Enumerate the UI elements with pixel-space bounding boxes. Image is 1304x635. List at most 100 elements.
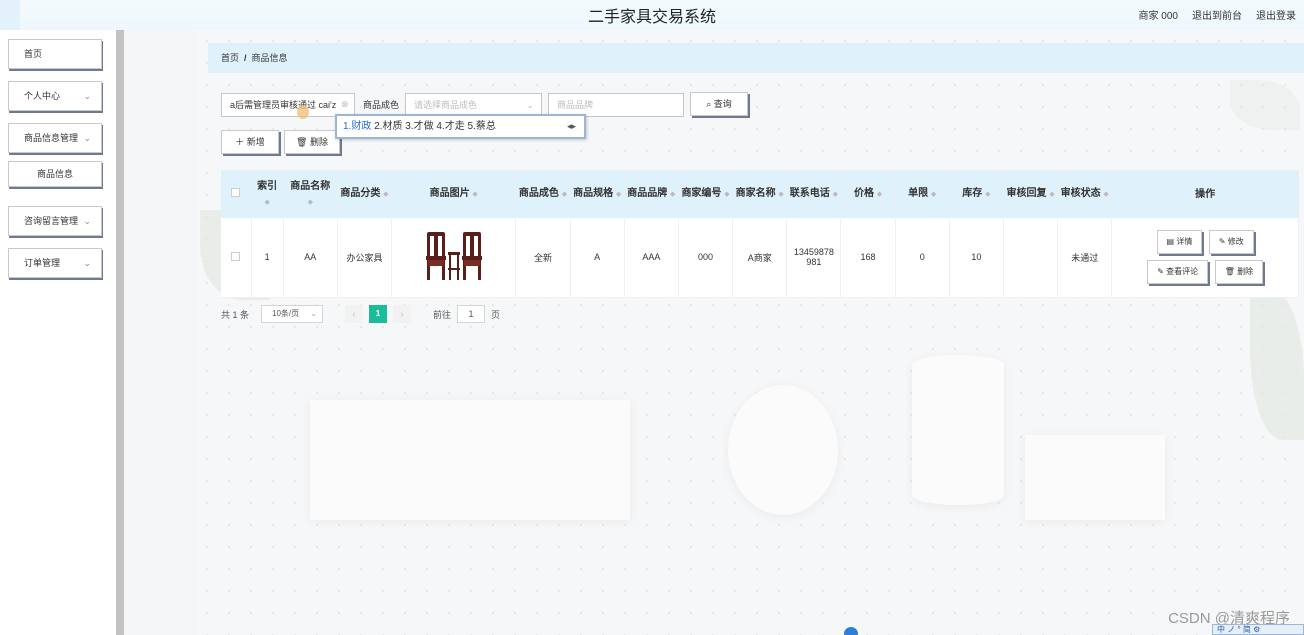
- delete-selected-button[interactable]: 🗑 删除: [284, 130, 340, 154]
- sidebar-item-label: 咨询留言管理: [24, 216, 79, 226]
- column-header[interactable]: 价格 ◆: [840, 170, 896, 218]
- cell-phone: 13459878981: [786, 218, 842, 298]
- page-number-current[interactable]: 1: [369, 305, 388, 323]
- ime-candidate-popup[interactable]: 1.财政 2.材质 3.才做 4.才走 5.蔡总 ◂▸: [335, 114, 586, 139]
- table-header-row: 索引 ◆ 商品名称 ◆ 商品分类 ◆ 商品图片 ◆ 商品成色 ◆ 商品规格 ◆ 商品…: [221, 170, 1299, 218]
- clear-icon[interactable]: ⊗: [341, 99, 349, 110]
- sidebar-item-personal-center[interactable]: 个人中心 ⌄: [8, 81, 102, 111]
- select-all-checkbox[interactable]: [221, 170, 252, 218]
- floating-ball-icon[interactable]: [844, 627, 858, 635]
- add-button[interactable]: ＋ 新增: [221, 130, 279, 154]
- ime-toolbar[interactable]: 中 ノ ° 简 ⚙: [1212, 624, 1304, 635]
- column-header[interactable]: 商品名称 ◆: [283, 170, 338, 218]
- user-label: 商家 000: [1138, 11, 1178, 22]
- decor-ring: [728, 385, 838, 515]
- column-header[interactable]: 商品成色 ◆: [515, 170, 571, 218]
- product-table: 索引 ◆ 商品名称 ◆ 商品分类 ◆ 商品图片 ◆ 商品成色 ◆ 商品规格 ◆ 商品…: [221, 170, 1299, 298]
- sidebar-item-order-management[interactable]: 订单管理 ⌄: [8, 248, 102, 278]
- ime-candidate[interactable]: 3.才做: [405, 121, 433, 132]
- pagination: 共 1 条 10条/页 ⌄ ‹ 1 › 前往 1 页: [221, 305, 500, 323]
- document-icon: ▤: [1166, 237, 1175, 247]
- cell-spec: A: [570, 218, 625, 298]
- pencil-icon: ✎: [1218, 237, 1226, 247]
- prev-page-button[interactable]: ‹: [345, 305, 364, 323]
- cell-merchant-no: 000: [678, 218, 734, 298]
- sidebar-item-label: 商品信息管理: [24, 133, 79, 143]
- logout-link[interactable]: 退出登录: [1256, 7, 1296, 22]
- view-reviews-button[interactable]: ✎ 查看评论: [1147, 260, 1209, 285]
- cell-category: 办公家具: [337, 218, 393, 298]
- product-image-chairs[interactable]: [423, 228, 485, 284]
- color-select-placeholder: 请选择商品成色: [414, 100, 478, 110]
- ime-candidate[interactable]: 4.才走: [436, 121, 464, 132]
- column-header[interactable]: 商品品牌 ◆: [624, 170, 679, 218]
- ime-candidate[interactable]: 5.蔡总: [468, 121, 496, 132]
- cell-image: [391, 218, 517, 298]
- detail-button[interactable]: ▤ 详情: [1156, 230, 1203, 255]
- brand-input-placeholder: 商品品牌: [557, 100, 594, 110]
- column-header[interactable]: 商品规格 ◆: [570, 170, 625, 218]
- column-header[interactable]: 商家编号 ◆: [678, 170, 734, 218]
- cell-brand: AAA: [624, 218, 679, 298]
- column-header[interactable]: 单限 ◆: [895, 170, 950, 218]
- column-header[interactable]: 联系电话 ◆: [786, 170, 842, 218]
- cell-merchant-name: A商家: [732, 218, 788, 298]
- cell-operations: ▤ 详情 ✎ 修改 ✎ 查看评论 🗑 删除: [1111, 218, 1299, 298]
- sidebar-scrollbar[interactable]: [116, 30, 124, 635]
- sidebar-item-label: 首页: [24, 49, 43, 59]
- back-to-front-link[interactable]: 退出到前台: [1192, 7, 1242, 22]
- edit-button[interactable]: ✎ 修改: [1208, 230, 1254, 255]
- breadcrumb-current: 商品信息: [251, 53, 288, 63]
- ime-toolbar-text: 中 ノ ° 简 ⚙: [1217, 625, 1261, 634]
- cell-limit: 0: [895, 218, 950, 298]
- cell-stock: 10: [949, 218, 1004, 298]
- add-button-label: 新增: [246, 137, 265, 147]
- trash-icon: 🗑: [1224, 267, 1235, 277]
- table-row: 1 AA 办公家具 全新 A AAA 000 A商家 13459878981 1…: [221, 218, 1299, 298]
- query-button[interactable]: ⌕ 查询: [690, 92, 748, 116]
- page-size-select[interactable]: 10条/页 ⌄: [261, 305, 324, 323]
- query-button-label: 查询: [713, 99, 732, 109]
- pencil-icon: ✎: [1157, 267, 1164, 277]
- product-name-value: a后需管理员审核通过 cai'z: [230, 100, 337, 110]
- next-page-button[interactable]: ›: [393, 305, 412, 323]
- cell-reply: [1003, 218, 1059, 298]
- sidebar-item-home[interactable]: 首页: [8, 39, 102, 69]
- breadcrumb-home[interactable]: 首页: [221, 53, 239, 63]
- goto-page-input[interactable]: 1: [457, 305, 486, 323]
- chevron-down-icon: ⌄: [83, 91, 91, 101]
- decor-box: [310, 400, 630, 520]
- sidebar-item-message-management[interactable]: 咨询留言管理 ⌄: [8, 206, 102, 236]
- chevron-down-icon: ⌄: [83, 258, 91, 268]
- column-header[interactable]: 商品图片 ◆: [391, 170, 517, 218]
- cell-status: 未通过: [1057, 218, 1113, 298]
- cell-index: 1: [251, 218, 284, 298]
- page-suffix: 页: [491, 309, 501, 320]
- page-arrows-icon[interactable]: ◂▸: [567, 116, 576, 137]
- decor-block: [1025, 435, 1165, 520]
- ime-candidate[interactable]: 1.财政: [343, 121, 371, 132]
- row-checkbox[interactable]: [221, 218, 252, 298]
- column-header[interactable]: 库存 ◆: [949, 170, 1004, 218]
- ime-candidate[interactable]: 2.材质: [374, 121, 402, 132]
- delete-button-label: 删除: [309, 137, 328, 147]
- trash-icon: 🗑: [296, 137, 308, 147]
- sidebar-item-label: 个人中心: [24, 91, 61, 101]
- sidebar-item-product-info[interactable]: 商品信息: [8, 161, 102, 187]
- column-header[interactable]: 商家名称 ◆: [732, 170, 788, 218]
- column-header[interactable]: 审核状态 ◆: [1057, 170, 1113, 218]
- column-header[interactable]: 商品分类 ◆: [337, 170, 393, 218]
- chevron-down-icon: ⌄: [526, 100, 534, 110]
- column-header: 操作: [1111, 170, 1299, 218]
- decor-cylinder: [912, 355, 1004, 505]
- page-size-value: 10条/页: [272, 309, 300, 318]
- sidebar-item-label: 订单管理: [24, 258, 61, 268]
- sidebar-item-product-management[interactable]: 商品信息管理 ⌄: [8, 123, 102, 153]
- column-header[interactable]: 审核回复 ◆: [1003, 170, 1059, 218]
- cell-price: 168: [840, 218, 896, 298]
- delete-row-button[interactable]: 🗑 删除: [1214, 260, 1264, 285]
- cell-color: 全新: [515, 218, 571, 298]
- column-header[interactable]: 索引 ◆: [251, 170, 284, 218]
- sidebar: [0, 30, 116, 635]
- search-icon: ⌕: [706, 99, 712, 109]
